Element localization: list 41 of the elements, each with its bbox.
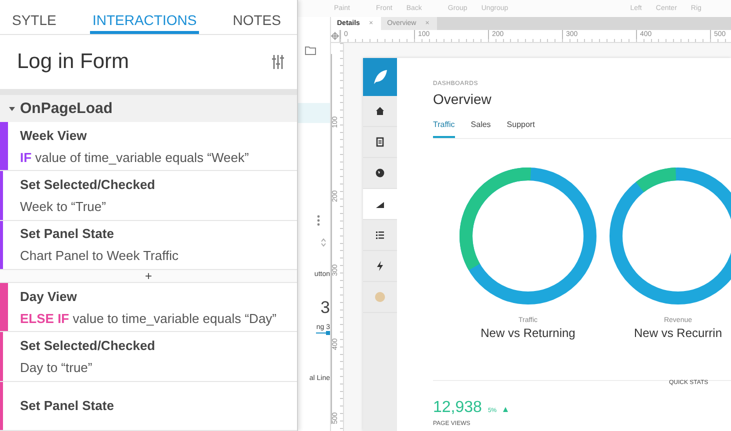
chart-title: New vs Recurrin bbox=[634, 326, 722, 340]
case-condition: ELSE IF value to time_variable equals “Day” bbox=[20, 310, 277, 326]
case-condition: IF value of time_variable equals “Week” bbox=[20, 150, 249, 165]
action-detail: Week to “True” bbox=[20, 199, 107, 214]
panel-tab[interactable]: SYTLE bbox=[10, 0, 58, 34]
more-icon[interactable] bbox=[317, 215, 320, 226]
nav-item[interactable] bbox=[363, 189, 397, 220]
case-name: Week View bbox=[20, 128, 88, 143]
action-detail: Chart Panel to Week Traffic bbox=[20, 248, 178, 264]
dashboard-title: Overview bbox=[433, 91, 492, 107]
leaf-icon bbox=[372, 69, 388, 85]
folder-icon bbox=[305, 46, 316, 55]
action-detail: Day to “true” bbox=[20, 360, 94, 376]
chart-icon bbox=[375, 199, 385, 209]
up-arrow-icon bbox=[502, 407, 508, 412]
globe-icon bbox=[375, 168, 385, 178]
action-name: Set Selected/Checked bbox=[20, 338, 156, 354]
home-icon bbox=[375, 106, 385, 116]
chart-title: New vs Returning bbox=[480, 326, 576, 340]
list-icon bbox=[375, 230, 385, 240]
crosshair-icon bbox=[331, 32, 339, 40]
action-name: Set Panel State bbox=[20, 398, 114, 414]
layer-label: 3 bbox=[320, 298, 330, 318]
action-name: Set Selected/Checked bbox=[20, 177, 156, 192]
action-name: Set Panel State bbox=[20, 226, 115, 242]
sliders-icon[interactable] bbox=[271, 54, 285, 70]
event-name: OnPageLoad bbox=[20, 100, 113, 118]
panel-tab[interactable]: INTERACTIONS bbox=[90, 0, 199, 34]
page-title: Log in Form bbox=[17, 50, 130, 74]
dashboard-tab[interactable]: Sales bbox=[470, 120, 491, 138]
line-handle-icon bbox=[316, 331, 330, 335]
dashboard-tab[interactable]: Support bbox=[506, 120, 535, 138]
caret-icon[interactable] bbox=[8, 104, 16, 113]
stat-value: 12,938 bbox=[433, 399, 482, 417]
panel-tab[interactable]: NOTES bbox=[230, 0, 283, 34]
document-icon bbox=[375, 137, 385, 147]
dashboard-tab[interactable]: Traffic bbox=[433, 120, 455, 138]
add-case-button[interactable]: + bbox=[144, 269, 152, 284]
case-name: Day View bbox=[20, 288, 78, 304]
bolt-icon bbox=[375, 261, 385, 271]
avatar-icon bbox=[375, 292, 385, 302]
